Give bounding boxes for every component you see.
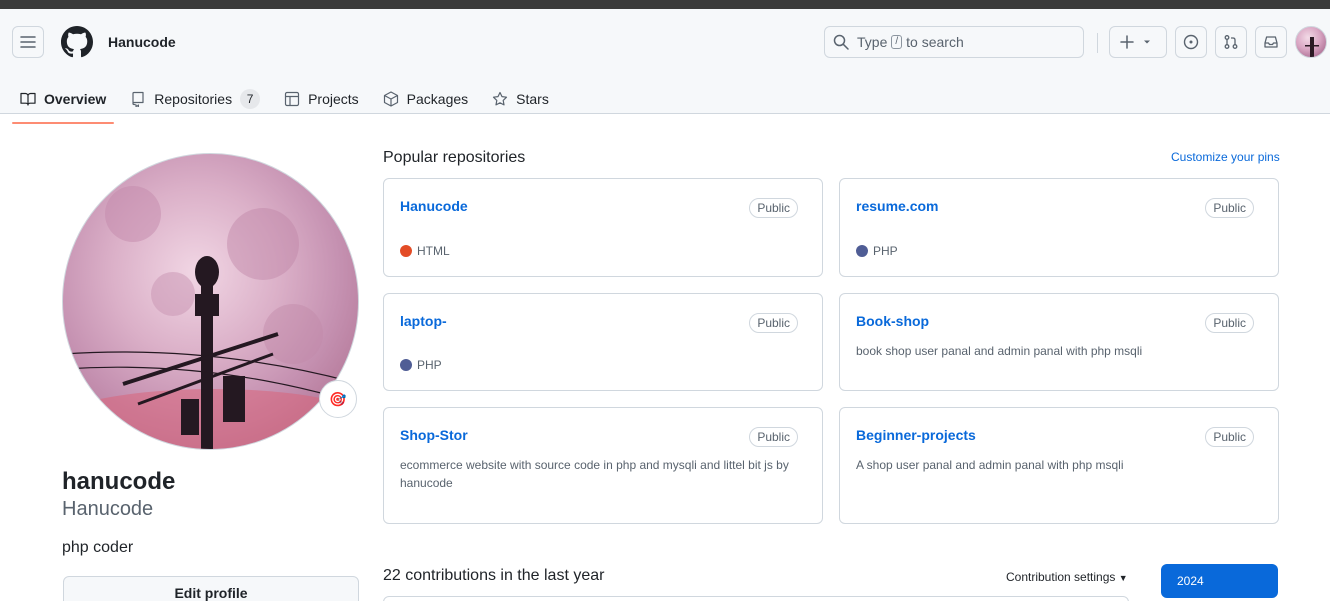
contribution-settings-label: Contribution settings <box>1006 570 1116 584</box>
repo-language: HTML <box>400 244 450 258</box>
visibility-badge: Public <box>749 198 798 218</box>
status-emoji-icon: 🎯 <box>329 390 347 407</box>
repo-language-label: PHP <box>417 358 442 372</box>
language-color-dot <box>856 245 868 257</box>
repo-card: Book-shop Public book shop user panal an… <box>839 293 1279 391</box>
contribution-settings-dropdown[interactable]: Contribution settings ▼ <box>1006 570 1128 584</box>
star-icon <box>493 91 508 106</box>
visibility-badge: Public <box>1205 313 1254 333</box>
profile-bio: php coder <box>62 539 134 556</box>
create-new-button[interactable] <box>1109 26 1167 58</box>
tab-overview[interactable]: Overview <box>12 75 115 124</box>
git-pull-request-icon <box>1224 35 1238 49</box>
repo-icon <box>132 91 144 107</box>
repo-name-link[interactable]: Shop-Stor <box>400 427 468 443</box>
tab-stars-label: Stars <box>516 91 549 107</box>
language-color-dot <box>400 359 412 371</box>
search-placeholder-after: to search <box>906 34 964 50</box>
book-icon <box>20 92 36 106</box>
tab-repositories[interactable]: Repositories 7 <box>122 75 268 123</box>
popular-repositories-heading: Popular repositories <box>383 149 526 166</box>
contributions-heading: 22 contributions in the last year <box>383 567 605 584</box>
repo-name-link[interactable]: Beginner-projects <box>856 427 976 443</box>
repo-name-link[interactable]: laptop- <box>400 313 447 329</box>
issues-button[interactable] <box>1175 26 1207 58</box>
repo-description: book shop user panal and admin panal wit… <box>856 344 1143 358</box>
menu-button[interactable] <box>12 26 44 58</box>
tab-projects-label: Projects <box>308 91 359 107</box>
repo-card: Beginner-projects Public A shop user pan… <box>839 407 1279 524</box>
github-logo-icon[interactable] <box>61 26 93 58</box>
repo-card: Hanucode Public HTML <box>383 178 823 277</box>
issue-opened-icon <box>1183 34 1199 50</box>
repo-name-link[interactable]: resume.com <box>856 198 938 214</box>
contribution-graph-box <box>383 596 1129 601</box>
repo-description: ecommerce website with source code in ph… <box>400 458 789 490</box>
avatar-silhouette-icon <box>1305 37 1319 57</box>
triangle-down-icon: ▼ <box>1118 573 1128 583</box>
header-divider <box>1097 33 1098 53</box>
repo-language: PHP <box>400 358 442 372</box>
profile-name: hanucode <box>62 468 176 495</box>
table-icon <box>284 91 300 107</box>
pull-requests-button[interactable] <box>1215 26 1247 58</box>
customize-pins-link[interactable]: Customize your pins <box>1171 150 1280 164</box>
tab-packages-label: Packages <box>406 91 469 107</box>
global-header: Hanucode Type / to search Overview Repos… <box>0 9 1330 124</box>
triangle-down-icon <box>1144 40 1150 44</box>
tab-packages[interactable]: Packages <box>375 75 476 123</box>
visibility-badge: Public <box>749 427 798 447</box>
repo-name-link[interactable]: Book-shop <box>856 313 929 329</box>
inbox-button[interactable] <box>1255 26 1287 58</box>
search-placeholder-before: Type <box>857 34 888 50</box>
repo-language: PHP <box>856 244 898 258</box>
profile-login: Hanucode <box>62 498 154 520</box>
repo-name-link[interactable]: Hanucode <box>400 198 468 214</box>
profile-avatar[interactable] <box>62 153 359 450</box>
package-icon <box>383 91 398 107</box>
plus-icon <box>1120 35 1134 49</box>
visibility-badge: Public <box>1205 198 1254 218</box>
edit-profile-button[interactable]: Edit profile <box>63 576 359 601</box>
repo-card: resume.com Public PHP <box>839 178 1279 277</box>
visibility-badge: Public <box>749 313 798 333</box>
repo-description: A shop user panal and admin panal with p… <box>856 458 1124 472</box>
visibility-badge: Public <box>1205 427 1254 447</box>
tab-projects[interactable]: Projects <box>276 75 367 123</box>
repo-language-label: HTML <box>417 244 450 258</box>
browser-top-strip <box>0 0 1330 9</box>
tab-overview-label: Overview <box>44 91 107 107</box>
repo-card: laptop- Public PHP <box>383 293 823 391</box>
search-input[interactable]: Type / to search <box>824 26 1084 58</box>
repo-card: Shop-Stor Public ecommerce website with … <box>383 407 823 524</box>
repo-language-label: PHP <box>873 244 898 258</box>
avatar-artwork-icon <box>63 186 358 449</box>
hamburger-icon <box>20 36 36 48</box>
tab-repositories-label: Repositories <box>154 91 233 107</box>
user-avatar-menu[interactable] <box>1295 26 1327 58</box>
set-status-button[interactable]: 🎯 <box>319 380 357 418</box>
tab-stars[interactable]: Stars <box>484 75 557 123</box>
year-2024-button[interactable]: 2024 <box>1161 564 1278 598</box>
search-icon <box>833 34 849 50</box>
header-brand[interactable]: Hanucode <box>108 34 176 50</box>
language-color-dot <box>400 245 412 257</box>
inbox-icon <box>1264 36 1278 48</box>
repositories-count-badge: 7 <box>240 89 261 109</box>
profile-tabs: Overview Repositories 7 Projects Package… <box>12 75 565 124</box>
search-shortcut-key: / <box>891 35 903 49</box>
